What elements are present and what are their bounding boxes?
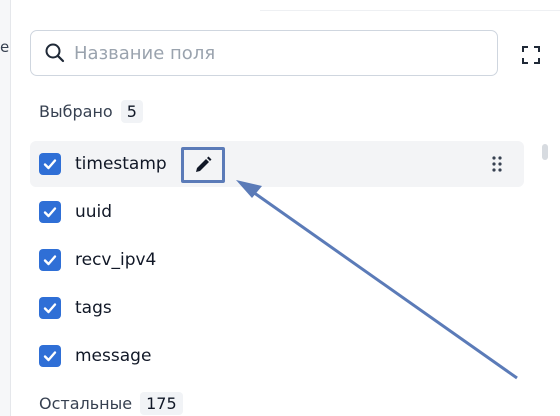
pencil-icon bbox=[196, 156, 212, 172]
background-panel-edge: e bbox=[0, 0, 11, 416]
field-row-uuid[interactable]: uuid bbox=[30, 189, 524, 235]
field-name: uuid bbox=[75, 202, 113, 222]
expand-icon[interactable] bbox=[520, 44, 542, 66]
check-icon bbox=[43, 303, 57, 314]
field-name: recv_ipv4 bbox=[75, 250, 157, 270]
other-section-header: Остальные 175 bbox=[39, 392, 183, 415]
selected-count-badge: 5 bbox=[120, 100, 143, 123]
selected-section-header: Выбрано 5 bbox=[39, 100, 143, 123]
field-checkbox[interactable] bbox=[39, 201, 61, 223]
field-name: timestamp bbox=[75, 154, 167, 174]
field-row-recv-ipv4[interactable]: recv_ipv4 bbox=[30, 237, 524, 283]
field-row-message[interactable]: message bbox=[30, 333, 524, 379]
edit-field-button[interactable] bbox=[181, 147, 225, 183]
field-checkbox[interactable] bbox=[39, 345, 61, 367]
check-icon bbox=[43, 207, 57, 218]
search-icon bbox=[45, 43, 65, 63]
search-field[interactable] bbox=[30, 30, 498, 76]
background-text-fragment: e bbox=[0, 38, 10, 56]
field-row-tags[interactable]: tags bbox=[30, 285, 524, 331]
field-name: tags bbox=[75, 298, 112, 318]
drag-handle-icon[interactable] bbox=[490, 154, 504, 174]
other-section-label: Остальные bbox=[39, 394, 133, 413]
scrollbar-thumb[interactable] bbox=[542, 144, 548, 160]
check-icon bbox=[43, 255, 57, 266]
field-row-timestamp[interactable]: timestamp bbox=[30, 141, 524, 187]
check-icon bbox=[43, 159, 57, 170]
check-icon bbox=[43, 351, 57, 362]
divider bbox=[260, 10, 560, 11]
field-checkbox[interactable] bbox=[39, 153, 61, 175]
other-count-badge: 175 bbox=[140, 392, 183, 415]
field-checkbox[interactable] bbox=[39, 297, 61, 319]
field-checkbox[interactable] bbox=[39, 249, 61, 271]
field-name: message bbox=[75, 346, 152, 366]
selected-section-label: Выбрано bbox=[39, 102, 113, 121]
search-input[interactable] bbox=[72, 41, 456, 65]
